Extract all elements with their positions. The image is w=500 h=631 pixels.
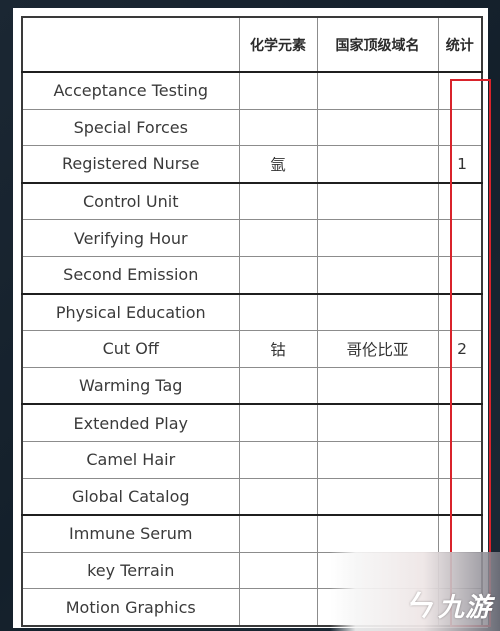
element-cell: 钴	[238, 330, 318, 368]
header-count: 统计	[437, 16, 483, 73]
row-label: Acceptance Testing	[21, 71, 240, 110]
table-row: Special Forces	[21, 108, 483, 147]
table-row: Extended Play	[21, 403, 483, 442]
table-row: Global Catalog	[21, 477, 483, 517]
watermark: ㄣ九游	[330, 552, 500, 631]
table-row: Immune Serum	[21, 514, 483, 553]
tld-cell	[316, 182, 439, 221]
element-cell	[238, 588, 318, 627]
element-cell	[238, 293, 318, 332]
tld-cell: 哥伦比亚	[316, 330, 439, 368]
row-label: Extended Play	[21, 403, 240, 442]
count-cell	[437, 108, 483, 147]
count-cell	[437, 182, 483, 221]
tld-cell	[316, 366, 439, 406]
row-label: Camel Hair	[21, 440, 240, 479]
puzzle-card: 化学元素 国家顶级域名 统计 Acceptance Testing Special…	[13, 8, 491, 628]
tld-cell	[316, 293, 439, 332]
header-chemical-element: 化学元素	[238, 16, 318, 73]
tld-cell	[316, 255, 439, 295]
element-cell	[238, 108, 318, 147]
element-cell	[238, 440, 318, 479]
count-cell	[437, 366, 483, 406]
count-cell	[437, 293, 483, 332]
element-cell	[238, 514, 318, 553]
row-label: Global Catalog	[21, 477, 240, 517]
count-cell	[437, 514, 483, 553]
header-blank	[21, 16, 240, 73]
count-cell	[437, 403, 483, 442]
watermark-mark: ㄣ	[402, 589, 434, 624]
count-cell	[437, 477, 483, 517]
count-cell	[437, 440, 483, 479]
table-row: Camel Hair	[21, 440, 483, 479]
header-row: 化学元素 国家顶级域名 统计	[21, 16, 483, 73]
count-cell: 1	[437, 145, 483, 184]
tld-cell	[316, 219, 439, 257]
word-puzzle-table: 化学元素 国家顶级域名 统计 Acceptance Testing Special…	[21, 16, 483, 627]
row-label: Verifying Hour	[21, 219, 240, 257]
header-country-tld: 国家顶级域名	[316, 16, 439, 73]
tld-cell	[316, 514, 439, 553]
element-cell	[238, 182, 318, 221]
row-label: Second Emission	[21, 255, 240, 295]
table-row: Registered Nurse 氩 1	[21, 145, 483, 184]
element-cell: 氩	[238, 145, 318, 184]
element-cell	[238, 219, 318, 257]
table-row: Physical Education	[21, 293, 483, 332]
table-row: Verifying Hour	[21, 219, 483, 257]
row-label: Physical Education	[21, 293, 240, 332]
tld-cell	[316, 108, 439, 147]
element-cell	[238, 403, 318, 442]
count-cell	[437, 219, 483, 257]
element-cell	[238, 255, 318, 295]
table-row: Second Emission	[21, 255, 483, 295]
watermark-text: 九游	[437, 593, 492, 623]
row-label: Immune Serum	[21, 514, 240, 553]
row-label: Registered Nurse	[21, 145, 240, 184]
tld-cell	[316, 440, 439, 479]
element-cell	[238, 366, 318, 406]
table-row: Control Unit	[21, 182, 483, 221]
tld-cell	[316, 477, 439, 517]
row-label: Cut Off	[21, 330, 240, 368]
element-cell	[238, 551, 318, 590]
jiuyou-logo-icon: ㄣ九游	[403, 581, 492, 625]
count-cell	[437, 255, 483, 295]
tld-cell	[316, 403, 439, 442]
tld-cell	[316, 145, 439, 184]
element-cell	[238, 71, 318, 110]
row-label: Warming Tag	[21, 366, 240, 406]
count-cell: 2	[437, 330, 483, 368]
row-label: key Terrain	[21, 551, 240, 590]
table-row: Acceptance Testing	[21, 71, 483, 110]
table-row: Cut Off 钴哥伦比亚 2	[21, 330, 483, 368]
row-label: Control Unit	[21, 182, 240, 221]
tld-cell	[316, 71, 439, 110]
element-cell	[238, 477, 318, 517]
row-label: Motion Graphics	[21, 588, 240, 627]
count-cell	[437, 71, 483, 110]
table-row: Warming Tag	[21, 366, 483, 406]
row-label: Special Forces	[21, 108, 240, 147]
